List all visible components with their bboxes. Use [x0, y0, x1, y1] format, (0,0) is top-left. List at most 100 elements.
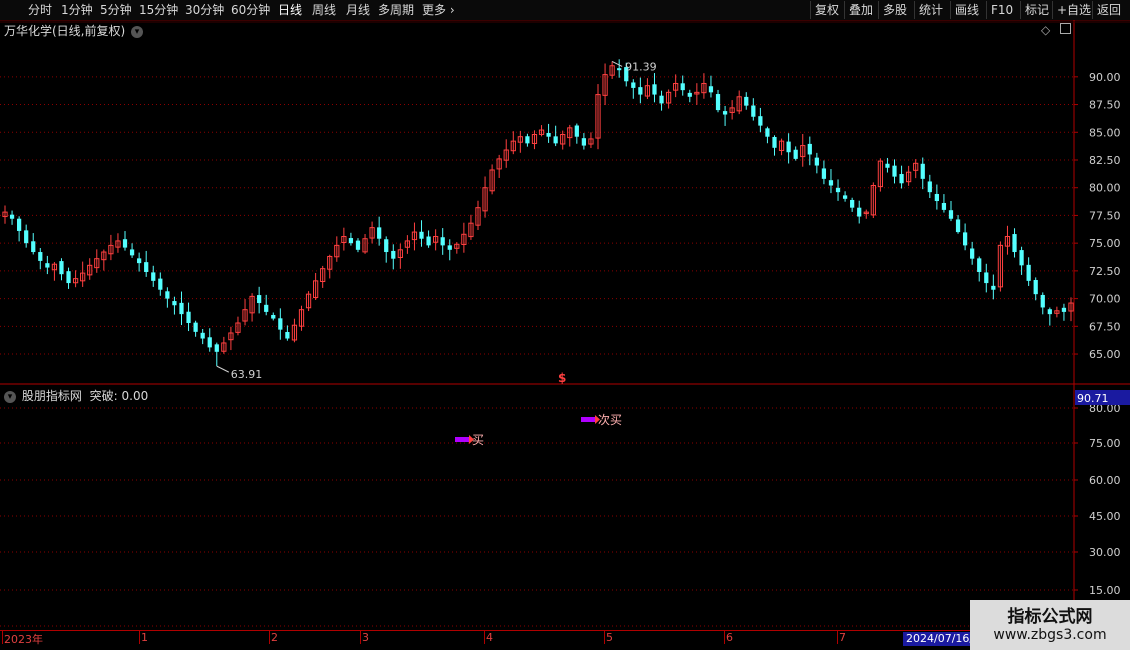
- toolbar-button-2[interactable]: 多股: [878, 1, 911, 19]
- candle-body-down: [857, 207, 862, 217]
- candle-body-down: [1040, 294, 1045, 308]
- candle-body-down: [617, 68, 622, 71]
- period-tab-5[interactable]: 60分钟: [231, 2, 270, 18]
- candle-body-down: [1033, 279, 1038, 295]
- indicator-tick-label: 15.00: [1089, 584, 1121, 597]
- candle-body-down: [991, 285, 996, 290]
- price-tick-label: 82.50: [1089, 154, 1121, 167]
- period-tab-2[interactable]: 5分钟: [100, 2, 132, 18]
- date-label: 1: [141, 631, 148, 644]
- panel-toggle-icon[interactable]: [1060, 23, 1071, 34]
- candle-body-down: [977, 258, 982, 272]
- candle-body-down: [348, 238, 354, 244]
- candle-body-down: [17, 218, 22, 231]
- price-tick-label: 87.50: [1089, 99, 1121, 112]
- candle-body-down: [920, 163, 925, 179]
- candle-body-down: [257, 295, 262, 304]
- candle-body-down: [984, 272, 989, 284]
- candle-body-down: [722, 111, 728, 115]
- candle-body-down: [927, 181, 932, 193]
- candle-body-down: [214, 344, 219, 352]
- stock-chart: 90.00 87.50 85.00 82.50 80.00 77.50 75.00 72.50…: [0, 20, 1130, 630]
- candle-body-down: [821, 168, 827, 179]
- signal-label: 买: [472, 433, 484, 447]
- period-tab-7[interactable]: 周线: [312, 2, 336, 18]
- date-label: 3: [362, 631, 369, 644]
- date-tick: [484, 630, 485, 644]
- price-tick-label: 75.00: [1089, 237, 1121, 250]
- candle-body-down: [285, 332, 290, 339]
- period-tab-4[interactable]: 30分钟: [185, 2, 224, 18]
- candle-body-down: [680, 83, 685, 91]
- candle-body-down: [271, 314, 276, 319]
- price-tick-label: 67.50: [1089, 320, 1121, 333]
- candle-body-down: [631, 82, 636, 88]
- candle-body-down: [1019, 250, 1024, 266]
- candle-body-down: [9, 214, 15, 219]
- current-date-box: 2024/07/16/: [903, 632, 977, 646]
- toolbar-button-0[interactable]: 复权: [810, 1, 843, 19]
- date-tick: [604, 630, 605, 644]
- candle-body-down: [1061, 307, 1067, 312]
- indicator-tick-label: 45.00: [1089, 510, 1121, 523]
- price-tick-label: 65.00: [1089, 348, 1121, 361]
- candle-body-down: [200, 332, 205, 339]
- candle-body-down: [122, 239, 128, 248]
- signal-bar: [581, 417, 595, 422]
- date-label: 2: [271, 631, 278, 644]
- toolbar-button-6[interactable]: 标记: [1020, 1, 1053, 19]
- indicator-panel-title: ▾ 股朋指标网 突破: 0.00: [4, 387, 148, 404]
- candle-body-down: [970, 248, 975, 259]
- date-label: 7: [839, 631, 846, 644]
- period-tab-6[interactable]: 日线: [278, 2, 302, 18]
- period-tab-1[interactable]: 1分钟: [61, 2, 93, 18]
- candle-body-down: [772, 136, 777, 148]
- candle-body-down: [151, 272, 156, 281]
- candle-body-down: [59, 261, 64, 275]
- signal-label: 次买: [598, 413, 622, 427]
- period-tab-10[interactable]: 更多 ›: [422, 2, 455, 18]
- chevron-down-icon[interactable]: ▾: [131, 25, 144, 38]
- candle-body-down: [137, 258, 142, 264]
- toolbar-button-4[interactable]: 画线: [950, 1, 983, 19]
- candle-body-down: [426, 236, 431, 246]
- toolbar-button-7[interactable]: +自选: [1052, 1, 1095, 19]
- watermark-title: 指标公式网: [1007, 607, 1093, 627]
- candle-body-down: [751, 105, 756, 117]
- toolbar-button-3[interactable]: 统计: [914, 1, 947, 19]
- period-tab-8[interactable]: 月线: [346, 2, 370, 18]
- candle-body-down: [885, 163, 890, 168]
- toolbar-button-8[interactable]: 返回: [1092, 1, 1125, 19]
- candle-body-down: [66, 271, 71, 284]
- dollar-marker: $: [558, 371, 566, 385]
- toolbar-button-5[interactable]: F10: [986, 1, 1017, 19]
- candle-body-down: [440, 237, 445, 246]
- candle-body-down: [31, 241, 36, 253]
- candle-body-down: [1012, 234, 1017, 253]
- date-label: 2023年: [4, 633, 43, 646]
- toolbar-button-1[interactable]: 叠加: [844, 1, 877, 19]
- price-tick-label: 72.50: [1089, 265, 1121, 278]
- date-tick: [360, 630, 361, 644]
- period-tab-3[interactable]: 15分钟: [139, 2, 178, 18]
- candle-body-down: [158, 278, 163, 290]
- candle-body-down: [828, 180, 834, 186]
- candle-body-down: [948, 210, 954, 219]
- candle-body-down: [264, 304, 269, 312]
- diamond-icon[interactable]: ◇: [1041, 23, 1050, 37]
- period-tab-9[interactable]: 多周期: [378, 2, 414, 18]
- date-tick: [2, 630, 3, 644]
- candle-body-down: [38, 252, 43, 261]
- indicator-value: 突破: 0.00: [89, 389, 149, 403]
- period-toolbar: 分时 1分钟 5分钟 15分钟 30分钟 60分钟 日线 周线 月线 多周期 更多 › 复权 叠加 多股统…: [0, 0, 1130, 21]
- candle-body-down: [835, 187, 841, 193]
- period-tab-0[interactable]: 分时: [28, 2, 52, 18]
- date-label: 6: [726, 631, 733, 644]
- candle-body-down: [45, 263, 50, 268]
- chevron-down-icon[interactable]: ▾: [4, 390, 16, 403]
- date-axis-line: [0, 630, 1130, 631]
- candle-body-down: [807, 143, 812, 155]
- candle-body-down: [384, 239, 389, 253]
- date-tick: [837, 630, 838, 644]
- indicator-tick-label: 30.00: [1089, 546, 1121, 559]
